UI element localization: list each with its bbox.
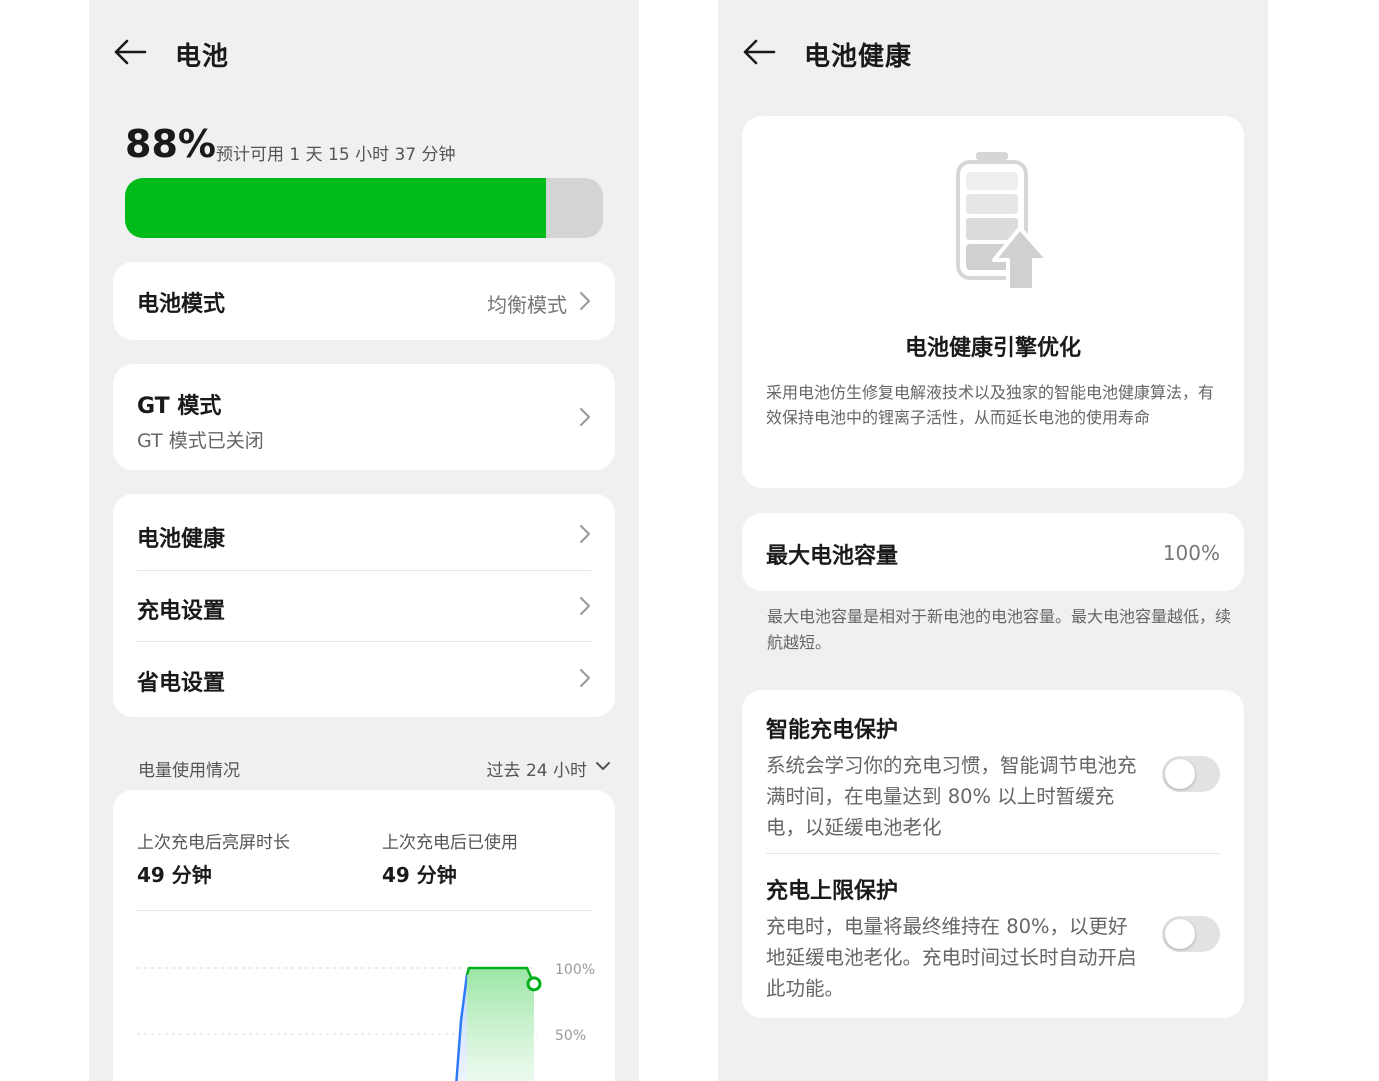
health-header: 电池健康 [718, 22, 1268, 82]
battery-mode-card[interactable]: 电池模式 均衡模式 [113, 262, 615, 340]
charge-limit-row: 充电上限保护 充电时，电量将最终维持在 80%，以更好地延缓电池老化。充电时间过… [766, 873, 1220, 1004]
used-label: 上次充电后已使用 [382, 833, 518, 853]
menu-item-label: 电池健康 [137, 527, 226, 552]
battery-usage-chart: 100% 50% [137, 962, 595, 1081]
smart-charge-row: 智能充电保护 系统会学习你的充电习惯，智能调节电池充满时间，在电量达到 80% … [766, 712, 1220, 843]
chart-current-point [526, 976, 542, 992]
gt-mode-card[interactable]: GT 模式 GT 模式已关闭 [113, 364, 615, 470]
usage-range-select[interactable]: 过去 24 小时 [486, 756, 610, 781]
battery-menu-card: 电池健康 充电设置 省电设置 [113, 494, 615, 717]
hero-description: 采用电池仿生修复电解液技术以及独家的智能电池健康算法，有效保持电池中的锂离子活性… [766, 383, 1215, 427]
battery-level-bar [125, 178, 603, 238]
usage-section-label: 电量使用情况 [138, 761, 240, 781]
back-arrow-icon[interactable] [111, 34, 151, 70]
gt-mode-label: GT 模式 [137, 394, 222, 419]
toggle-knob [1165, 759, 1195, 789]
chevron-right-icon [580, 408, 590, 426]
battery-level-fill [125, 178, 546, 238]
chart-area-charging [467, 968, 534, 1081]
used-value: 49 分钟 [382, 863, 457, 887]
menu-item-label: 充电设置 [137, 599, 226, 624]
divider [137, 910, 591, 911]
battery-health-icon [956, 152, 1050, 292]
page-title: 电池健康 [804, 42, 913, 72]
chevron-right-icon [580, 525, 590, 543]
menu-item-power-saving[interactable]: 省电设置 [137, 665, 591, 697]
chart-y-tick-label: 100% [555, 962, 595, 978]
chevron-right-icon [580, 669, 590, 687]
battery-screen: 电池 88% 预计可用 1 天 15 小时 37 分钟 电池模式 均衡模式 GT… [89, 0, 639, 1081]
menu-item-battery-health[interactable]: 电池健康 [137, 521, 591, 553]
health-hero-card: 电池健康引擎优化 采用电池仿生修复电解液技术以及独家的智能电池健康算法，有效保持… [742, 116, 1244, 488]
chart-y-tick-label: 50% [555, 1028, 586, 1044]
chevron-right-icon [580, 597, 590, 615]
hero-title: 电池健康引擎优化 [904, 336, 1081, 361]
max-capacity-label: 最大电池容量 [766, 544, 899, 569]
menu-item-charge-settings[interactable]: 充电设置 [137, 593, 591, 625]
battery-header: 电池 [89, 22, 639, 82]
battery-estimate: 预计可用 1 天 15 小时 37 分钟 [216, 145, 456, 165]
max-capacity-value: 100% [1162, 541, 1220, 565]
divider [766, 853, 1220, 854]
divider [137, 641, 591, 642]
divider [137, 570, 591, 571]
smart-charge-toggle[interactable] [1162, 756, 1220, 792]
charge-limit-title: 充电上限保护 [766, 879, 899, 904]
smart-charge-title: 智能充电保护 [766, 718, 899, 743]
charge-protection-card: 智能充电保护 系统会学习你的充电习惯，智能调节电池充满时间，在电量达到 80% … [742, 690, 1244, 1018]
chevron-right-icon [580, 292, 590, 310]
charge-limit-toggle[interactable] [1162, 916, 1220, 952]
screen-on-value: 49 分钟 [137, 863, 212, 887]
max-capacity-card: 最大电池容量 100% [742, 513, 1244, 591]
charge-limit-description: 充电时，电量将最终维持在 80%，以更好地延缓电池老化。充电时间过长时自动开启此… [766, 915, 1137, 1000]
chevron-down-icon [596, 762, 610, 770]
menu-item-label: 省电设置 [137, 671, 226, 696]
page-title: 电池 [175, 42, 230, 72]
battery-mode-value: 均衡模式 [487, 293, 567, 317]
toggle-knob [1165, 919, 1195, 949]
battery-health-screen: 电池健康 电池健康引擎优化 采用电池仿生修复电解液技术以及独家的智能电池健康算法… [718, 0, 1268, 1081]
max-capacity-note: 最大电池容量是相对于新电池的电池容量。最大电池容量越低，续航越短。 [767, 607, 1232, 652]
usage-card: 上次充电后亮屏时长 49 分钟 上次充电后已使用 49 分钟 100% 50% [113, 790, 615, 1081]
smart-charge-description: 系统会学习你的充电习惯，智能调节电池充满时间，在电量达到 80% 以上时暂缓充电… [766, 754, 1137, 839]
screen-on-label: 上次充电后亮屏时长 [137, 833, 290, 853]
gt-mode-status: GT 模式已关闭 [137, 430, 264, 452]
usage-range-label: 过去 24 小时 [486, 761, 587, 781]
back-arrow-icon[interactable] [740, 34, 780, 70]
battery-percent: 88% [125, 122, 216, 166]
